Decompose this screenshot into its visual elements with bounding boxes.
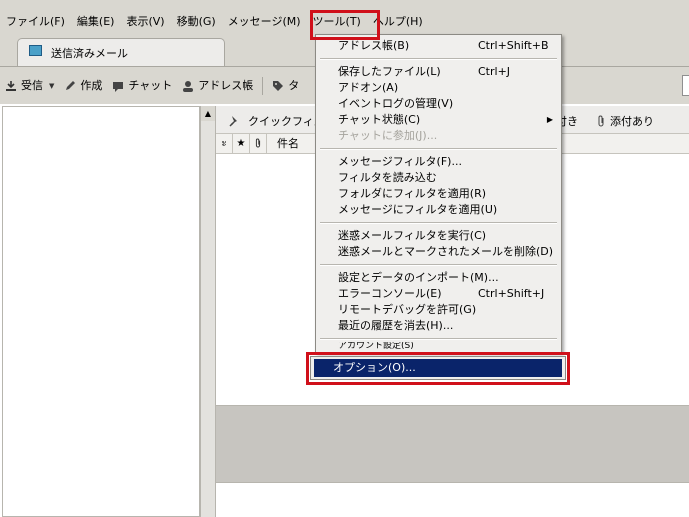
compose-button[interactable]: 作成 xyxy=(59,78,107,94)
menu-item-label: 迷惑メールとマークされたメールを削除(D) xyxy=(338,245,554,258)
compose-label: 作成 xyxy=(80,79,103,92)
quick-filter-options: 付き 添付あり xyxy=(556,113,654,129)
options-menu-row-container: オプション(O)... xyxy=(310,356,566,380)
chat-label: チャット xyxy=(128,79,173,92)
menu-item-label: メッセージにフィルタを適用(U) xyxy=(338,203,498,216)
pin-icon xyxy=(229,115,237,127)
chat-bubble-icon xyxy=(113,82,124,92)
menubar: ファイル(F) 編集(E) 表示(V) 移動(G) メッセージ(M) ツール(T… xyxy=(0,12,429,34)
menu-separator xyxy=(320,222,557,224)
tab-sent-mail[interactable]: 送信済みメール xyxy=(17,38,225,66)
menu-separator xyxy=(320,338,557,340)
tag-label: タ xyxy=(288,79,300,92)
message-preview-pane xyxy=(216,405,689,483)
scroll-up-arrow-icon[interactable]: ▲ xyxy=(201,106,215,121)
toolbar-separator xyxy=(262,77,264,95)
menu-item-message-filters[interactable]: メッセージフィルタ(F)... xyxy=(338,154,555,169)
menu-item-label: フィルタを読み込む xyxy=(338,171,437,184)
menu-item-error-console[interactable]: エラーコンソール(E) Ctrl+Shift+J xyxy=(338,286,555,301)
download-icon xyxy=(6,81,16,91)
menu-item-label: アドオン(A) xyxy=(338,81,399,94)
receive-label: 受信 xyxy=(21,79,43,92)
menu-item-label: フォルダにフィルタを適用(R) xyxy=(338,187,487,200)
menu-item-shortcut: Ctrl+J xyxy=(478,65,511,78)
star-column-icon[interactable]: ★ xyxy=(233,134,250,153)
addressbook-button[interactable]: アドレス帳 xyxy=(177,78,258,94)
menu-item-label: アカウント設定(S) xyxy=(338,342,414,350)
menu-item-addressbook[interactable]: アドレス帳(B) Ctrl+Shift+B xyxy=(338,38,555,53)
menu-item-shortcut: Ctrl+Shift+B xyxy=(478,39,549,52)
menu-item-label: メッセージフィルタ(F)... xyxy=(338,155,462,168)
menu-item-label: オプション(O)... xyxy=(333,361,416,374)
menu-item-import-filters[interactable]: フィルタを読み込む xyxy=(338,170,555,185)
tag-button[interactable]: タ xyxy=(267,78,304,94)
menu-separator xyxy=(320,58,557,60)
menu-item-label: 最近の履歴を消去(H)... xyxy=(338,319,454,332)
subject-column-header[interactable]: 件名 xyxy=(267,134,299,153)
attachment-column-icon[interactable] xyxy=(250,134,267,153)
menu-item-label: リモートデバッグを許可(G) xyxy=(338,303,477,316)
paperclip-icon xyxy=(598,115,604,127)
menu-item-delete-junk[interactable]: 迷惑メールとマークされたメールを削除(D) xyxy=(338,244,555,259)
folder-pane-scrollbar[interactable]: ▲ xyxy=(200,106,215,517)
chat-button[interactable]: チャット xyxy=(107,78,177,94)
menu-item-label: 迷惑メールフィルタを実行(C) xyxy=(338,229,487,242)
menu-item-label: 保存したファイル(L) xyxy=(338,65,441,78)
menu-item-clear-history[interactable]: 最近の履歴を消去(H)... xyxy=(338,318,555,333)
menu-item-apply-filters-message[interactable]: メッセージにフィルタを適用(U) xyxy=(338,202,555,217)
menu-item-label: チャットに参加(J)... xyxy=(338,129,438,142)
menu-item-chat-status[interactable]: チャット状態(C) ▶ xyxy=(338,112,555,127)
menu-item-event-log[interactable]: イベントログの管理(V) xyxy=(338,96,555,111)
menu-separator xyxy=(320,148,557,150)
menu-go[interactable]: 移動(G) xyxy=(171,12,222,34)
person-icon xyxy=(183,81,194,92)
menu-item-join-chat: チャットに参加(J)... xyxy=(338,128,555,143)
menu-item-label: アドレス帳(B) xyxy=(338,39,410,52)
menu-help[interactable]: ヘルプ(H) xyxy=(367,12,429,34)
menu-tools[interactable]: ツール(T) xyxy=(306,12,367,34)
receive-button[interactable]: 受信 ▼ xyxy=(0,78,59,94)
thread-column-icon[interactable]: ะ xyxy=(216,134,233,153)
menu-item-remote-debug[interactable]: リモートデバッグを許可(G) xyxy=(338,302,555,317)
tools-menu-dropdown: アドレス帳(B) Ctrl+Shift+B 保存したファイル(L) Ctrl+J… xyxy=(315,34,562,353)
tab-label: 送信済みメール xyxy=(51,47,128,60)
menu-item-shortcut: Ctrl+Shift+J xyxy=(478,287,545,300)
main-toolbar: 受信 ▼ 作成 チャット アドレス帳 タ xyxy=(0,76,304,96)
tag-icon xyxy=(273,81,284,91)
folder-sent-icon xyxy=(29,45,42,56)
menu-item-run-junk-filter[interactable]: 迷惑メールフィルタを実行(C) xyxy=(338,228,555,243)
filter-attachment-label[interactable]: 添付あり xyxy=(610,113,654,129)
menu-item-apply-filters-folder[interactable]: フォルダにフィルタを適用(R) xyxy=(338,186,555,201)
menu-item-import[interactable]: 設定とデータのインポート(M)... xyxy=(338,270,555,285)
addressbook-label: アドレス帳 xyxy=(198,79,254,92)
menu-message[interactable]: メッセージ(M) xyxy=(222,12,307,34)
menu-item-account-settings[interactable]: アカウント設定(S) xyxy=(338,342,555,350)
menu-view[interactable]: 表示(V) xyxy=(120,12,170,34)
pencil-icon xyxy=(66,81,76,90)
menu-edit[interactable]: 編集(E) xyxy=(71,12,121,34)
menu-separator xyxy=(320,264,557,266)
menu-item-label: チャット状態(C) xyxy=(338,113,421,126)
submenu-arrow-icon: ▶ xyxy=(546,115,553,124)
menu-item-label: イベントログの管理(V) xyxy=(338,97,454,110)
menu-item-label: エラーコンソール(E) xyxy=(338,287,442,300)
search-input[interactable] xyxy=(682,75,689,96)
folder-pane[interactable] xyxy=(2,106,200,517)
menu-file[interactable]: ファイル(F) xyxy=(0,12,71,34)
menu-item-label: 設定とデータのインポート(M)... xyxy=(338,271,499,284)
menu-item-options[interactable]: オプション(O)... xyxy=(314,359,562,377)
menu-item-addons[interactable]: アドオン(A) xyxy=(338,80,555,95)
chevron-down-icon[interactable]: ▼ xyxy=(49,78,54,94)
menu-item-saved-files[interactable]: 保存したファイル(L) Ctrl+J xyxy=(338,64,555,79)
